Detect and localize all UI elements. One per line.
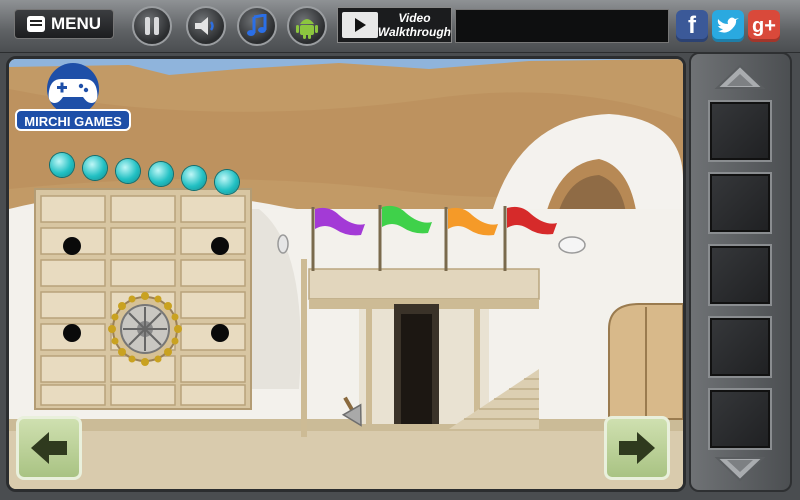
twitter-bird-icon: [717, 17, 739, 33]
pause-icon: [145, 17, 159, 35]
ad-banner-area: [455, 9, 669, 43]
door-hole-1[interactable]: [63, 237, 81, 255]
inventory-slot-1[interactable]: [708, 100, 772, 162]
video-walkthrough-button[interactable]: Video Walkthrough: [337, 7, 452, 43]
cyan-orb-4[interactable]: [149, 162, 173, 186]
menu-label: MENU: [51, 14, 102, 33]
googleplus-icon: g+: [752, 14, 776, 37]
gamepad-icon: [47, 63, 99, 115]
right-arrow-icon: [619, 432, 655, 464]
music-button[interactable]: [237, 6, 277, 46]
googleplus-button[interactable]: g+: [748, 10, 780, 42]
facebook-icon: f: [688, 12, 696, 39]
inventory-slot-3[interactable]: [708, 244, 772, 306]
sound-button[interactable]: [186, 6, 226, 46]
twitter-button[interactable]: [712, 10, 744, 42]
pause-button[interactable]: [132, 6, 172, 46]
purple-flag[interactable]: [309, 205, 367, 241]
door-hole-2[interactable]: [211, 237, 229, 255]
door-hole-3[interactable]: [63, 324, 81, 342]
top-toolbar: MENU Video Walkthrough f g+: [0, 0, 800, 53]
inventory-panel: [689, 52, 792, 492]
inventory-slot-4[interactable]: [708, 316, 772, 378]
cyan-orb-2[interactable]: [83, 156, 107, 180]
facebook-button[interactable]: f: [676, 10, 708, 42]
game-viewport: MIRCHI GAMES: [6, 56, 686, 492]
inventory-down-arrow-icon[interactable]: [711, 456, 769, 482]
hamburger-icon: [27, 16, 45, 32]
android-button[interactable]: [287, 6, 327, 46]
video-label-line2: Walkthrough: [377, 25, 451, 39]
video-label: Video Walkthrough: [378, 11, 451, 39]
logo-text: MIRCHI GAMES: [15, 109, 131, 131]
forward-arrow-button[interactable]: [604, 416, 670, 480]
green-flag[interactable]: [376, 203, 434, 239]
cyan-orb-5[interactable]: [182, 166, 206, 190]
cyan-orb-6[interactable]: [215, 170, 239, 194]
video-label-line1: Video: [398, 11, 431, 25]
door-hole-4[interactable]: [211, 324, 229, 342]
video-icon: [342, 12, 378, 38]
mirchi-games-logo: MIRCHI GAMES: [15, 61, 131, 135]
inventory-slot-2[interactable]: [708, 172, 772, 234]
speaker-icon: [195, 17, 214, 35]
cyan-orb-1[interactable]: [50, 153, 74, 177]
red-flag[interactable]: [501, 204, 559, 240]
cyan-orb-3[interactable]: [116, 159, 140, 183]
inventory-up-arrow-icon[interactable]: [711, 64, 769, 90]
orange-flag[interactable]: [442, 205, 500, 241]
android-icon: [296, 19, 318, 39]
trowel-pickup[interactable]: [357, 247, 387, 277]
music-note-icon: [247, 14, 267, 36]
left-arrow-icon: [31, 432, 67, 464]
inventory-slot-5[interactable]: [708, 388, 772, 450]
back-arrow-button[interactable]: [16, 416, 82, 480]
menu-button[interactable]: MENU: [14, 9, 114, 39]
